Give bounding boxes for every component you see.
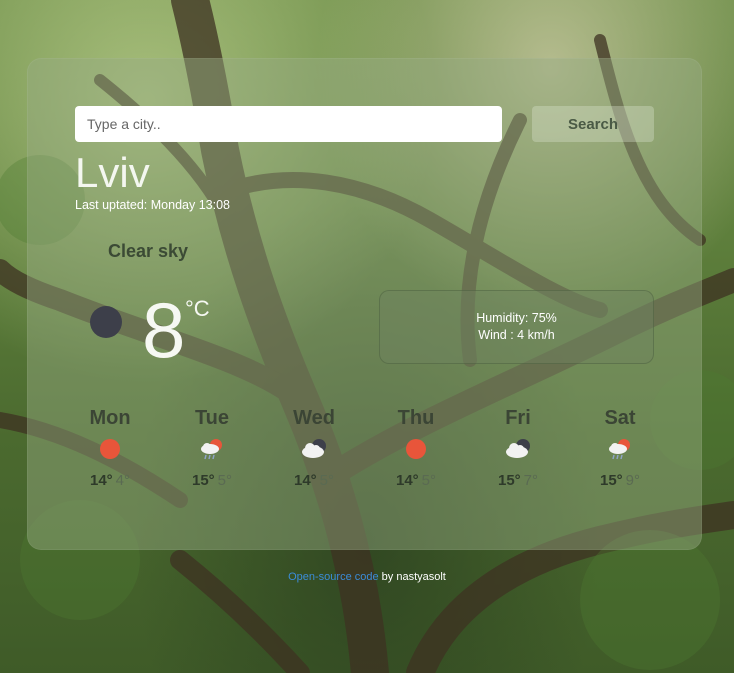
humidity: Humidity: 75% [476, 311, 557, 325]
forecast-day: Mon 14° 4° [65, 406, 155, 490]
forecast-day-name: Mon [89, 407, 131, 429]
footer-author: by nastyasolt [378, 571, 446, 583]
forecast-day-name: Wed [293, 407, 335, 429]
forecast-day-name: Tue [194, 407, 230, 429]
forecast-max: 15° [191, 472, 215, 489]
moon-icon [90, 306, 122, 338]
cloud-moon-icon [506, 439, 530, 458]
forecast-min: 5° [421, 472, 437, 489]
rain-sun-icon [609, 439, 630, 460]
footer: Open-source code by nastyasolt [0, 571, 734, 583]
forecast-max: 14° [293, 472, 317, 489]
forecast-day: Thu 14° 5° [371, 406, 461, 490]
city-name: Lviv [75, 149, 150, 196]
last-updated: Last uptated: Monday 13:08 [75, 198, 230, 212]
forecast-day-name: Thu [397, 407, 435, 429]
forecast-max: 14° [395, 472, 419, 489]
search-button[interactable]: Search [532, 106, 654, 142]
cloud-moon-icon [302, 439, 326, 458]
sun-icon [406, 439, 426, 459]
forecast-day: Tue 15° 5° [167, 406, 257, 490]
city-search-input[interactable] [75, 106, 502, 142]
forecast-day-name: Fri [505, 407, 531, 429]
forecast-min: 5° [217, 472, 233, 489]
forecast-min: 5° [319, 472, 335, 489]
forecast-day: Wed 14° 5° [269, 406, 359, 490]
rain-sun-icon [201, 439, 222, 460]
sun-icon [100, 439, 120, 459]
wind: Wind : 4 km/h [478, 328, 555, 342]
current-temperature: 8 [142, 286, 186, 374]
weather-details: Humidity: 75% Wind : 4 km/h [379, 290, 654, 364]
forecast-max: 14° [89, 472, 113, 489]
source-code-link[interactable]: Open-source code [288, 571, 379, 583]
forecast-day: Fri 15° 7° [473, 406, 563, 490]
forecast-max: 15° [497, 472, 521, 489]
forecast-min: 9° [625, 472, 641, 489]
forecast-day-name: Sat [604, 407, 636, 429]
forecast-day: Sat 15° 9° [575, 406, 665, 490]
forecast-min: 4° [115, 472, 131, 489]
weather-description: Clear sky [108, 241, 189, 261]
temperature-unit: °C [185, 296, 210, 321]
forecast-min: 7° [523, 472, 539, 489]
weather-card: Search Lviv Last uptated: Monday 13:08 C… [27, 58, 702, 550]
forecast: Mon 14° 4° Tue 15° 5° Wed 14° 5° Thu 14°… [27, 406, 702, 506]
forecast-max: 15° [599, 472, 623, 489]
